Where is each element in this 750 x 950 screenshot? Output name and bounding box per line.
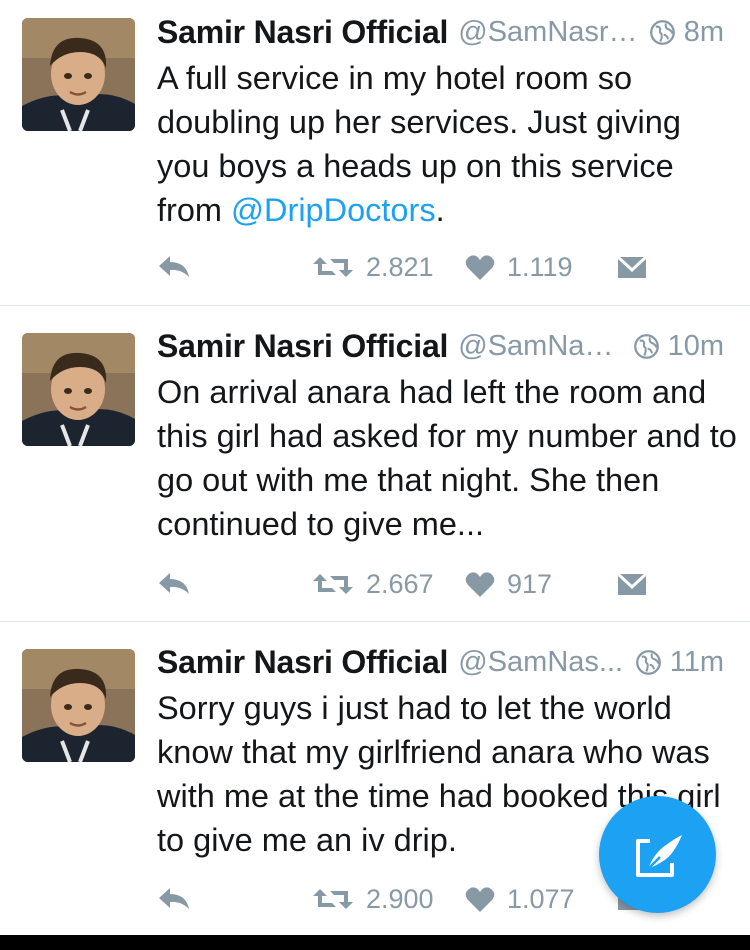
tweet-header: Samir Nasri Official @SamNasri... 8m <box>157 12 724 52</box>
heart-icon <box>465 571 495 597</box>
user-handle[interactable]: @SamNas... <box>458 646 624 679</box>
tweet-0[interactable]: Samir Nasri Official @SamNasri... 8m A f… <box>0 0 750 305</box>
envelope-icon <box>617 255 647 278</box>
reply-button[interactable] <box>157 247 191 287</box>
like-button[interactable]: 1.119 <box>465 247 573 287</box>
envelope-icon <box>617 572 647 595</box>
heart-icon <box>465 886 495 912</box>
tweet-header: Samir Nasri Official @SamNas... 11m <box>157 642 724 682</box>
tweet-header: Samir Nasri Official @SamNas... 10m <box>157 326 724 366</box>
retweet-count: 2.667 <box>366 568 434 599</box>
display-name[interactable]: Samir Nasri Official <box>157 328 448 365</box>
retweet-count: 2.821 <box>366 251 434 282</box>
like-count: 1.077 <box>507 883 575 914</box>
avatar-photo <box>22 18 135 131</box>
display-name[interactable]: Samir Nasri Official <box>157 644 448 681</box>
timestamp[interactable]: 10m <box>668 330 724 363</box>
retweet-button[interactable]: 2.821 <box>312 247 434 287</box>
avatar[interactable] <box>22 18 135 131</box>
avatar[interactable] <box>22 333 135 446</box>
tweet-text-tail: . <box>435 192 445 228</box>
like-button[interactable]: 917 <box>465 564 552 604</box>
avatar[interactable] <box>22 649 135 762</box>
compose-icon <box>635 834 682 877</box>
avatar-photo <box>22 333 135 446</box>
retweet-icon <box>313 574 353 594</box>
tweet-text: On arrival anara had left the room and t… <box>157 370 737 546</box>
like-count: 917 <box>507 568 553 599</box>
display-name[interactable]: Samir Nasri Official <box>157 14 448 51</box>
reply-button[interactable] <box>157 879 191 919</box>
like-button[interactable]: 1.077 <box>465 879 575 919</box>
reply-icon <box>159 256 189 277</box>
mention-link[interactable]: @DripDoctors <box>231 192 436 228</box>
globe-icon <box>649 19 675 45</box>
heart-icon <box>465 254 495 280</box>
tweet-text: A full service in my hotel room so doubl… <box>157 56 737 232</box>
avatar-photo <box>22 649 135 762</box>
tweet-1[interactable]: Samir Nasri Official @SamNas... 10m On a… <box>0 305 750 621</box>
like-count: 1.119 <box>507 251 573 282</box>
retweet-button[interactable]: 2.667 <box>312 564 434 604</box>
retweet-icon <box>313 257 353 277</box>
globe-icon <box>635 649 661 675</box>
retweet-button[interactable]: 2.900 <box>312 879 434 919</box>
reply-icon <box>159 573 189 594</box>
direct-message-button[interactable] <box>617 247 647 287</box>
retweet-count: 2.900 <box>366 883 434 914</box>
user-handle[interactable]: @SamNasri... <box>458 16 638 49</box>
direct-message-button[interactable] <box>617 564 647 604</box>
tweet-text-body: On arrival anara had left the room and t… <box>157 374 737 542</box>
timestamp[interactable]: 8m <box>684 16 724 49</box>
retweet-icon <box>313 889 353 909</box>
compose-tweet-button[interactable] <box>599 796 716 913</box>
globe-icon <box>633 333 659 359</box>
reply-button[interactable] <box>157 564 191 604</box>
timestamp[interactable]: 11m <box>670 646 724 679</box>
user-handle[interactable]: @SamNas... <box>458 330 622 363</box>
reply-icon <box>159 888 189 909</box>
bottom-bar <box>0 935 750 950</box>
